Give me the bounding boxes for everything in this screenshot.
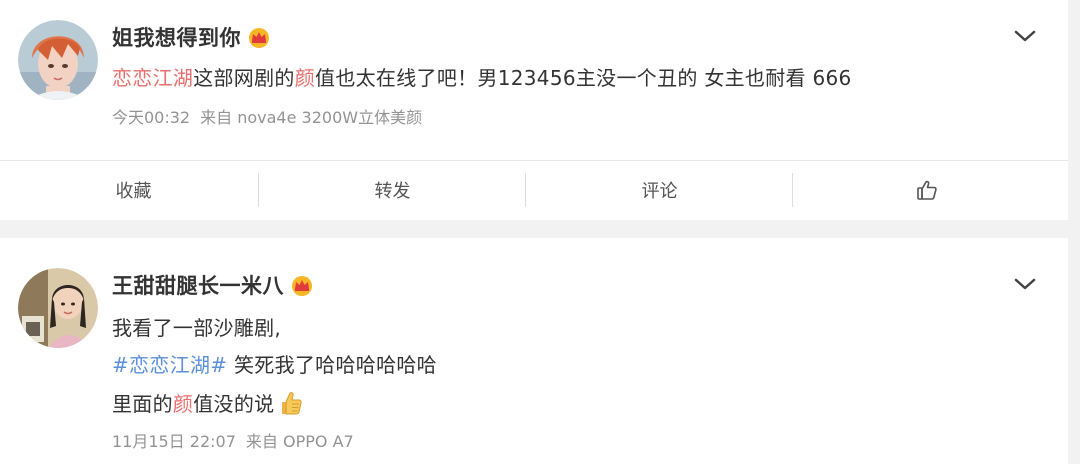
repost-button[interactable]: 转发 [259,161,526,219]
avatar[interactable] [18,268,98,348]
chevron-down-icon[interactable] [1012,27,1038,45]
post-text: 笑死我了哈哈哈哈哈哈 [227,353,437,377]
username-text[interactable]: 姐我想得到你 [112,26,241,50]
post-content: 恋恋江湖这部网剧的颜值也太在线了吧！男123456主没一个丑的 女主也耐看 66… [112,62,852,91]
post-source[interactable]: 来自 nova4e 3200W立体美颜 [200,108,422,127]
timestamp: 11月15日 22:07 [112,432,236,451]
post-card: 姐我想得到你 恋恋江湖这部网剧的颜值也太在线了吧！男123456主没一个丑的 女… [0,0,1068,220]
like-button[interactable] [793,161,1060,219]
username-text[interactable]: 王甜甜腿长一米八 [112,274,284,298]
highlight-keyword[interactable]: 颜 [295,66,315,90]
thumbs-up-emoji-icon [278,390,304,421]
post-text: 这部网剧的 [193,66,295,90]
crown-icon [290,274,314,301]
action-bar: 收藏 转发 评论 [0,161,1068,219]
username[interactable]: 王甜甜腿长一米八 [112,270,314,301]
thumbs-up-icon [916,180,937,200]
post-text: 值没的说 [193,392,275,416]
comment-label: 评论 [641,181,678,202]
avatar[interactable] [18,20,98,100]
post-text: 值也太在线了吧！男123456主没一个丑的 女主也耐看 666 [315,66,852,90]
post-text: 我看了一部沙雕剧, [112,316,282,340]
post-card: 王甜甜腿长一米八 我看了一部沙雕剧, #恋恋江湖# 笑死我了哈哈哈哈哈哈 里面的… [0,238,1068,464]
post-meta: 今天00:32 来自 nova4e 3200W立体美颜 [112,104,422,128]
favorite-button[interactable]: 收藏 [0,161,267,219]
highlight-keyword[interactable]: 颜 [173,392,193,416]
post-meta: 11月15日 22:07 来自 OPPO A7 [112,428,354,452]
username[interactable]: 姐我想得到你 [112,22,271,53]
post-source[interactable]: 来自 OPPO A7 [246,432,354,451]
favorite-label: 收藏 [115,181,152,202]
repost-label: 转发 [374,181,411,202]
chevron-down-icon[interactable] [1012,275,1038,293]
post-text: 里面的 [112,392,173,416]
crown-icon [247,26,271,53]
post-content: #恋恋江湖# 笑死我了哈哈哈哈哈哈 [112,349,437,378]
post-content: 里面的颜值没的说 [112,388,304,421]
hashtag-link[interactable]: #恋恋江湖# [112,353,227,377]
timestamp: 今天00:32 [112,108,191,127]
topic-link[interactable]: 恋恋江湖 [112,66,193,90]
comment-button[interactable]: 评论 [526,161,793,219]
